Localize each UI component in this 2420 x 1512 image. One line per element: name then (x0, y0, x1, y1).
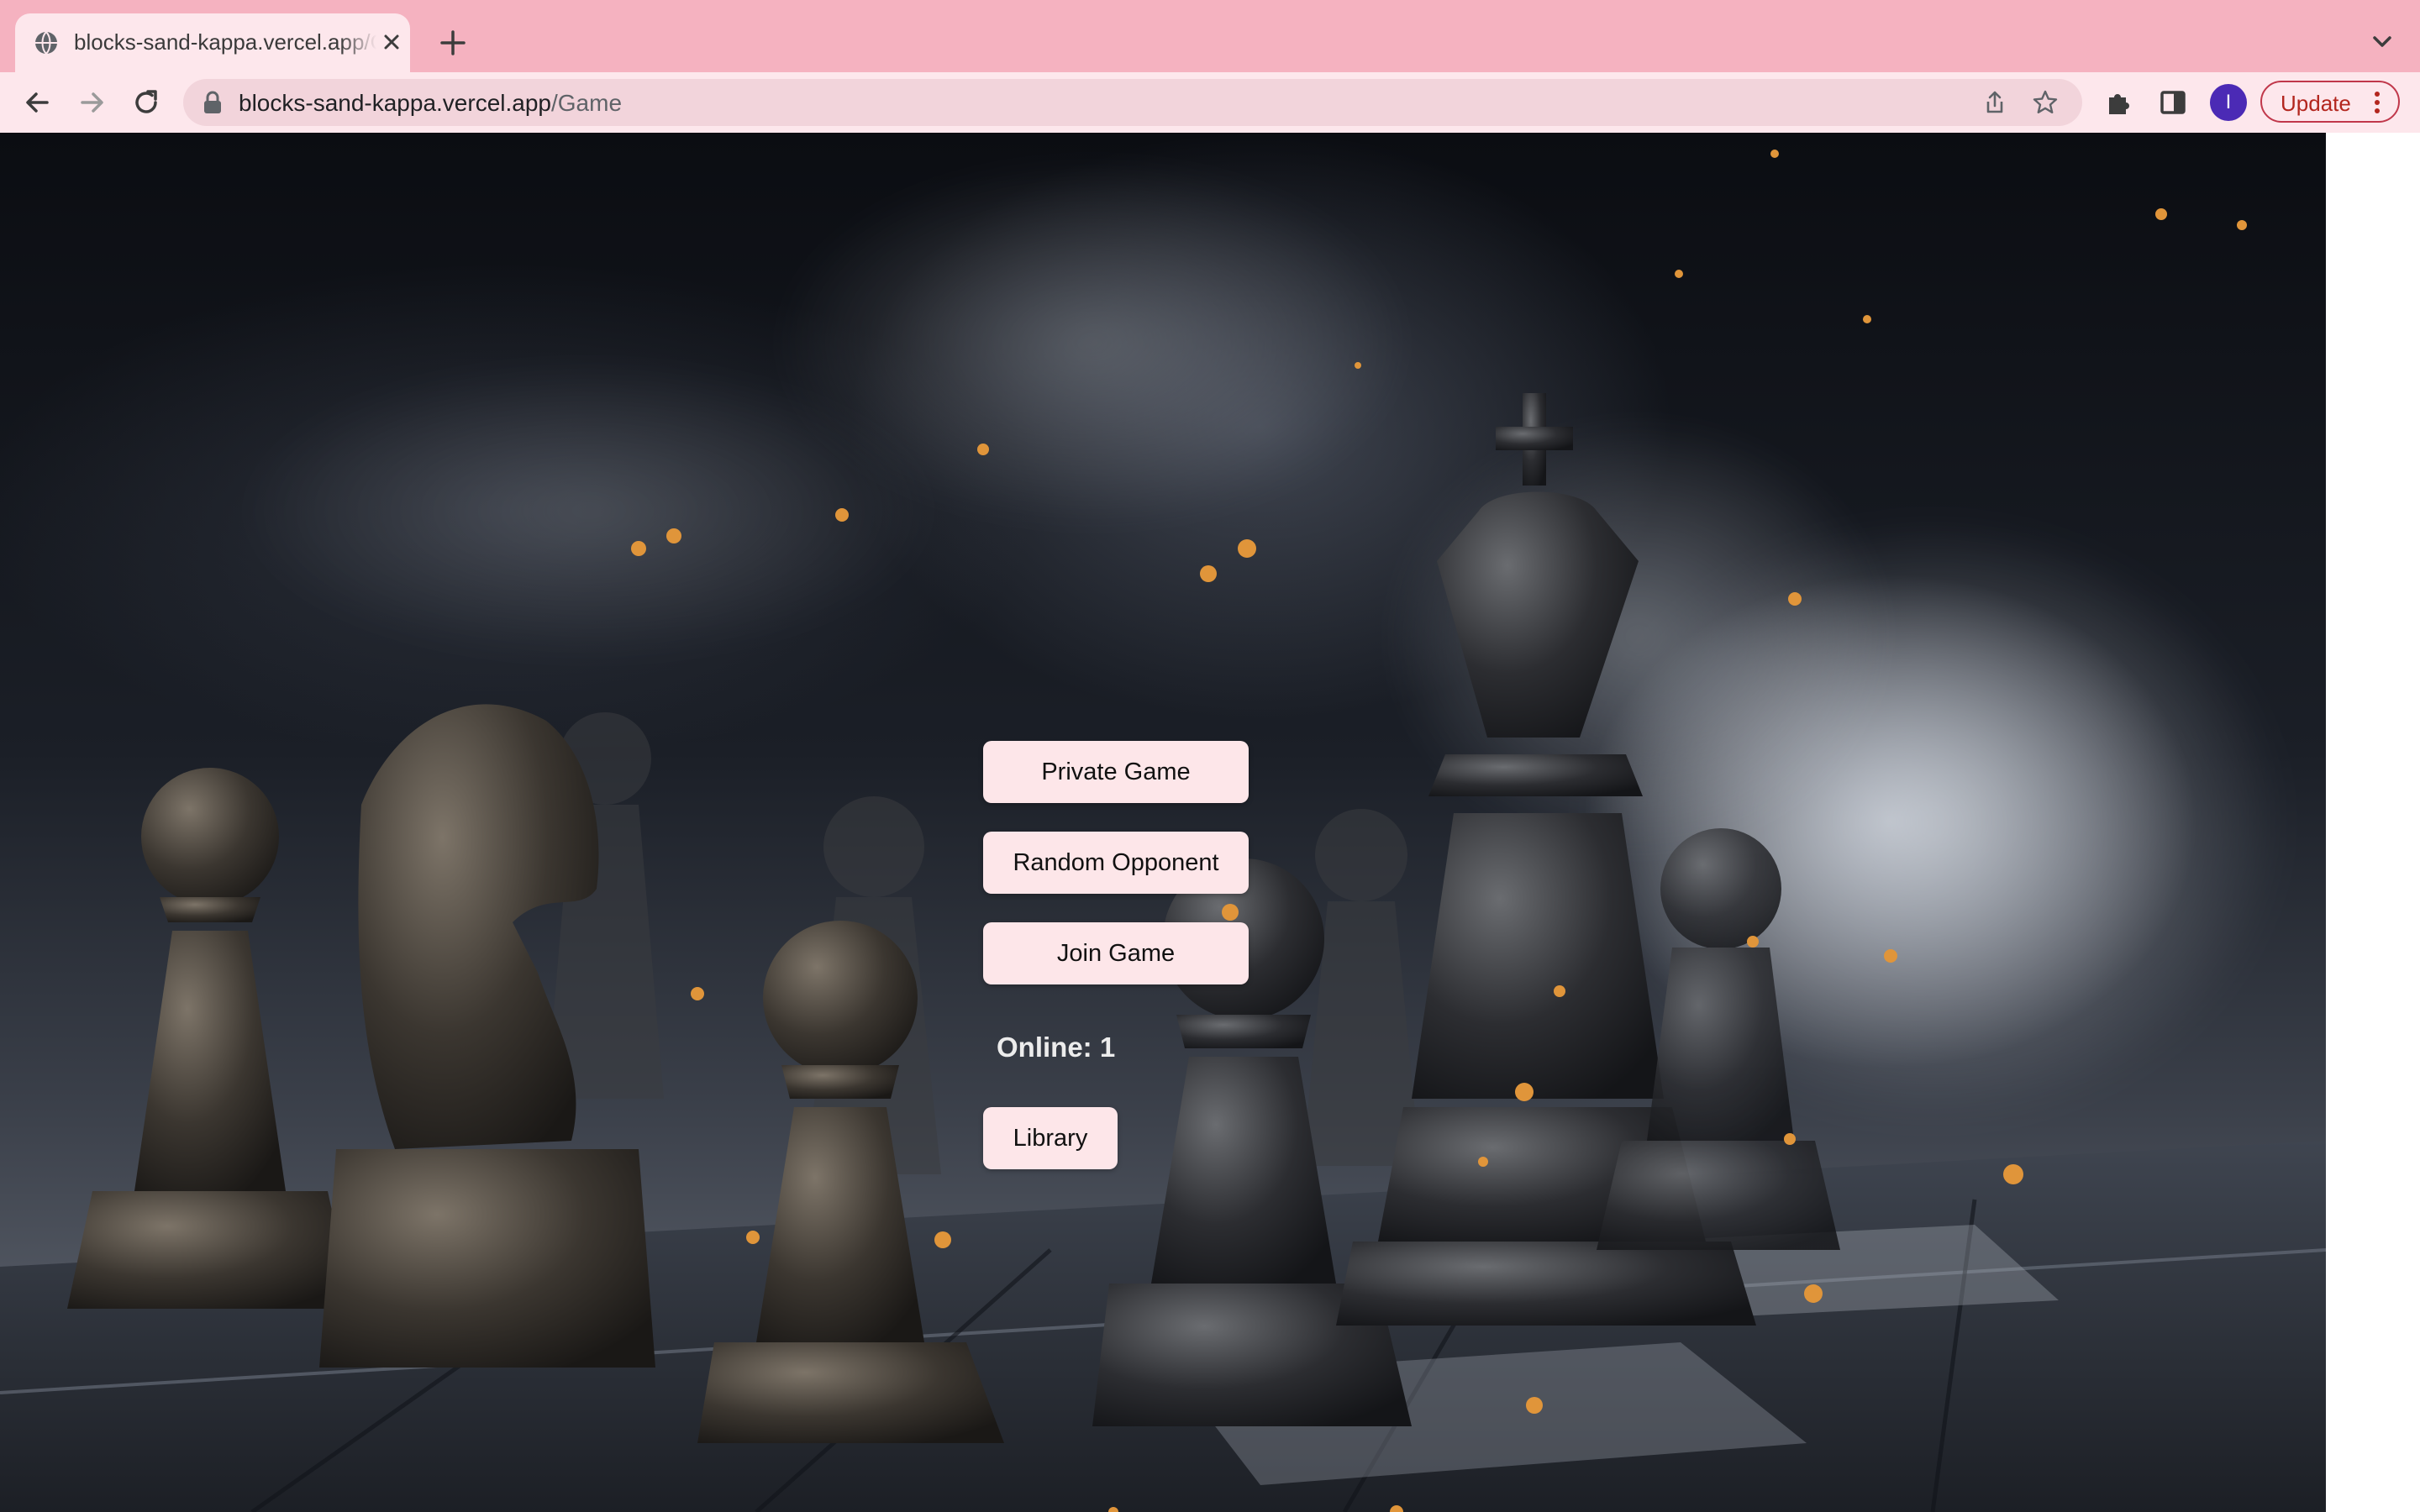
extensions-puzzle-icon[interactable] (2104, 87, 2134, 118)
forward-icon[interactable] (76, 86, 109, 119)
more-vert-icon[interactable] (2371, 91, 2383, 114)
join-game-button[interactable]: Join Game (983, 922, 1249, 984)
url-path: /Game (550, 90, 623, 116)
url-text: blocks-sand-kappa.vercel.app/Game (239, 90, 622, 117)
private-game-button[interactable]: Private Game (983, 741, 1249, 803)
library-button[interactable]: Library (983, 1107, 1118, 1169)
update-button[interactable]: Update (2260, 81, 2400, 123)
profile-avatar[interactable]: I (2210, 84, 2247, 121)
tab-title: blocks-sand-kappa.vercel.app/Game (74, 29, 376, 55)
share-icon[interactable] (1981, 89, 2008, 116)
close-tab-icon[interactable] (378, 29, 405, 55)
lock-icon[interactable] (202, 91, 224, 114)
browser-toolbar: blocks-sand-kappa.vercel.app/Game I Upda… (0, 72, 2420, 134)
url-host: blocks-sand-kappa.vercel.app (239, 90, 551, 116)
reload-icon[interactable] (129, 86, 163, 119)
game-page: Private Game Random Opponent Join Game O… (0, 133, 2326, 1512)
bookmark-star-icon[interactable] (2032, 89, 2059, 116)
tab-search-chevron-icon[interactable] (2370, 29, 2395, 54)
online-count: Online: 1 (997, 1032, 1116, 1063)
back-icon[interactable] (20, 86, 54, 119)
new-tab-icon[interactable] (437, 27, 469, 59)
random-opponent-button[interactable]: Random Opponent (983, 832, 1249, 894)
browser-tab[interactable]: blocks-sand-kappa.vercel.app/Game (15, 13, 410, 72)
globe-icon (35, 31, 57, 55)
tab-strip: blocks-sand-kappa.vercel.app/Game (0, 0, 2420, 72)
chess-background-image (0, 150, 2326, 1512)
page-margin (2326, 133, 2420, 1512)
side-panel-icon[interactable] (2158, 87, 2188, 118)
update-label: Update (2281, 91, 2351, 116)
address-bar[interactable]: blocks-sand-kappa.vercel.app/Game (183, 79, 2082, 126)
